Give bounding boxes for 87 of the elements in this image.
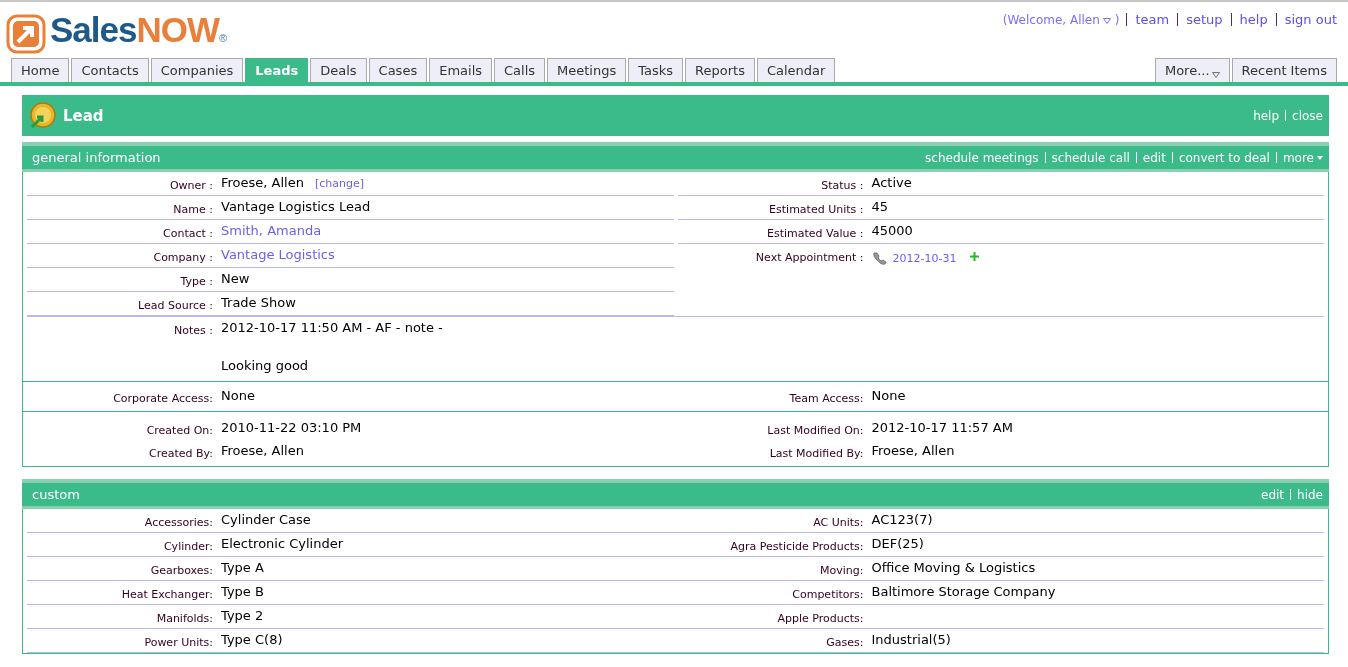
field-label: Estimated Value : xyxy=(766,226,865,240)
field-label: Created On: xyxy=(145,423,214,437)
field-label: Contact : xyxy=(162,226,214,240)
field-label: Manifolds: xyxy=(155,611,214,625)
nav-tab[interactable]: Tasks xyxy=(628,58,684,82)
field-value: DEF(25) xyxy=(871,535,924,553)
field-value: Froese, Allen xyxy=(871,442,955,460)
field-label: Notes : xyxy=(173,323,214,337)
plus-icon xyxy=(970,251,980,261)
arrow-logo-icon xyxy=(6,14,46,54)
nav-tab[interactable]: Reports xyxy=(685,58,755,82)
nav-tab[interactable]: Cases xyxy=(368,58,428,82)
nav-tab[interactable]: Calls xyxy=(494,58,546,82)
field-label: Apple Products: xyxy=(776,611,865,625)
field-label: Heat Exchanger: xyxy=(120,587,214,601)
header-link[interactable]: team xyxy=(1134,12,1171,27)
field-value: Type C(8) xyxy=(221,631,283,649)
field-label: Competitors: xyxy=(791,587,865,601)
nav-tab[interactable]: Calendar xyxy=(756,58,836,82)
header-link[interactable]: sign out xyxy=(1283,12,1338,27)
field-label: Name : xyxy=(172,202,214,216)
phone-icon xyxy=(871,250,888,266)
field-label: Company : xyxy=(152,250,214,264)
nav-tab[interactable]: Companies xyxy=(150,58,244,82)
field-value: Vantage Logistics Lead xyxy=(221,198,371,216)
welcome-menu[interactable]: (Welcome, Allen ) xyxy=(1002,12,1120,27)
header-link[interactable]: help xyxy=(1238,12,1269,27)
field-link[interactable]: Smith, Amanda xyxy=(221,222,322,240)
field-value: Froese, Allen xyxy=(221,174,304,192)
section-title: general information xyxy=(32,150,161,165)
nav-tab[interactable]: Meetings xyxy=(547,58,627,82)
field-value: 2012-10-17 11:57 AM xyxy=(871,419,1013,437)
field-value: Industrial(5) xyxy=(871,631,951,649)
field-label: Next Appointment : xyxy=(754,250,865,264)
field-label: Created By: xyxy=(148,446,214,460)
field-value: Type 2 xyxy=(221,607,264,625)
field-label: Estimated Units : xyxy=(768,202,865,216)
note-text: 2012-10-17 11:50 AM - AF - note - xyxy=(221,319,443,337)
field-label: Type : xyxy=(179,274,214,288)
section-title: custom xyxy=(32,487,80,502)
field-value: Froese, Allen xyxy=(221,442,304,460)
caret-icon xyxy=(1102,17,1111,24)
field-value: None xyxy=(871,387,906,405)
caret-icon xyxy=(1317,155,1323,160)
field-value: New xyxy=(221,270,250,288)
field-label: Agra Pesticide Products: xyxy=(729,539,865,553)
field-label: Corporate Access: xyxy=(112,391,214,405)
field-label: Last Modified By: xyxy=(768,446,865,460)
field-value: Cylinder Case xyxy=(221,511,311,529)
page-title: Lead xyxy=(63,106,104,125)
field-value: Type B xyxy=(221,583,264,601)
field-label: Power Units: xyxy=(143,635,214,649)
field-label: AC Units: xyxy=(812,515,865,529)
field-value: Active xyxy=(871,174,912,192)
nav-tab[interactable]: Contacts xyxy=(71,58,149,82)
field-label: Gases: xyxy=(825,635,865,649)
field-value: 45000 xyxy=(871,222,913,240)
field-value: 2010-11-22 03:10 PM xyxy=(221,419,362,437)
field-value: Type A xyxy=(221,559,264,577)
field-label: Team Access: xyxy=(788,391,865,405)
field-label: Moving: xyxy=(819,563,865,577)
field-label: Accessories: xyxy=(143,515,214,529)
field-value: None xyxy=(221,387,255,405)
field-value: Baltimore Storage Company xyxy=(871,583,1056,601)
note-text: Looking good xyxy=(221,357,309,375)
field-label: Gearboxes: xyxy=(149,563,214,577)
field-label: Cylinder: xyxy=(162,539,214,553)
field-link[interactable]: Vantage Logistics xyxy=(221,246,335,264)
change-link[interactable]: [change] xyxy=(314,176,364,190)
appointment-link[interactable]: 2012-10-31 xyxy=(892,250,957,268)
field-value: Trade Show xyxy=(221,294,296,312)
field-label: Status : xyxy=(820,178,865,192)
nav-tab[interactable]: Deals xyxy=(310,58,367,82)
field-label: Lead Source : xyxy=(137,298,214,312)
field-value: Office Moving & Logistics xyxy=(871,559,1036,577)
nav-tab[interactable]: Recent Items xyxy=(1231,58,1337,82)
field-value: AC123(7) xyxy=(871,511,933,529)
nav-tab[interactable]: Home xyxy=(11,58,70,82)
more-menu-tab[interactable]: More... xyxy=(1154,58,1230,82)
header-link[interactable]: setup xyxy=(1185,12,1224,27)
field-value: Electronic Cylinder xyxy=(221,535,344,553)
field-value: 45 xyxy=(871,198,889,216)
caret-icon xyxy=(1211,71,1220,78)
logo-text: SalesNOW® xyxy=(50,10,228,51)
nav-tab[interactable]: Emails xyxy=(429,58,492,82)
field-label: Last Modified On: xyxy=(766,423,865,437)
field-label: Owner : xyxy=(168,178,214,192)
